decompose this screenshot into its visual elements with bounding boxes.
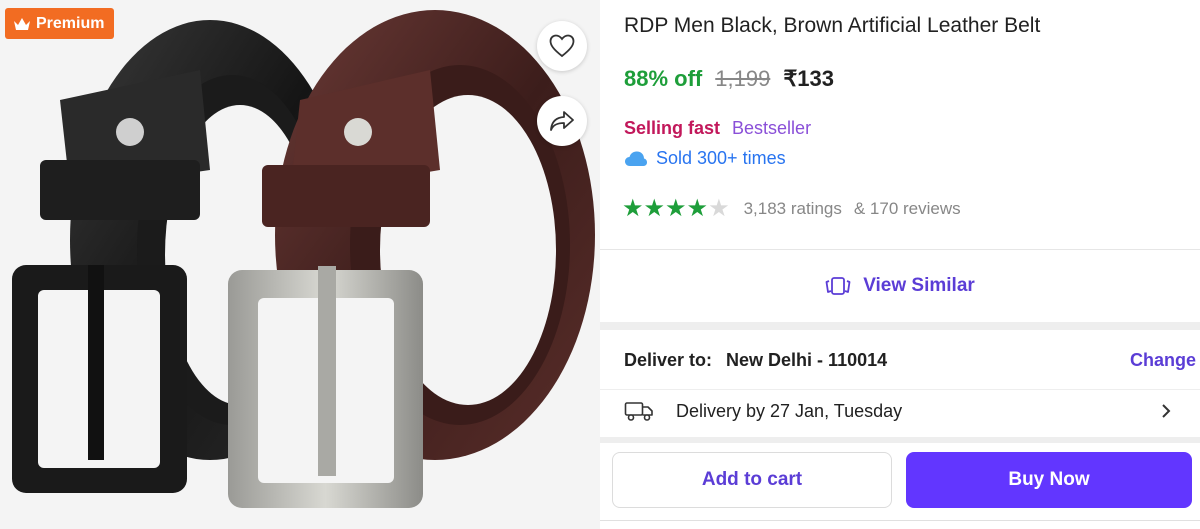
view-similar-button[interactable]: View Similar [600,250,1200,322]
section-separator [600,437,1200,443]
cloud-icon [625,151,647,166]
ratings-count: 3,183 ratings [743,199,842,218]
section-separator [600,322,1200,330]
delivery-date-text: Delivery by 27 Jan, Tuesday [676,400,903,421]
star-icon: ★ [665,195,687,222]
premium-label: Premium [36,14,105,32]
selling-price: ₹133 [783,66,835,91]
deliver-to-label: Deliver to: [624,350,713,370]
crown-icon [14,17,30,30]
product-tags: Selling fast Bestseller [624,118,811,139]
bestseller-tag: Bestseller [732,118,812,138]
star-icon: ★ [643,195,666,222]
add-to-cart-button[interactable]: Add to cart [612,452,892,508]
star-icon: ★ [622,195,644,222]
deliver-to-row: Deliver to: New Delhi - 110014 Change [624,350,1196,371]
premium-badge: Premium [5,8,115,39]
price-row: 88% off 1,199 ₹133 [624,66,834,92]
product-details: RDP Men Black, Brown Artificial Leather … [600,0,1200,529]
wishlist-button[interactable] [537,21,587,71]
share-button[interactable] [537,96,587,146]
product-title: RDP Men Black, Brown Artificial Leather … [624,14,1041,37]
original-price: 1,199 [715,66,771,91]
sold-count: Sold 300+ times [624,148,786,169]
rating-row[interactable]: ★ ★ ★ ★ ★ 3,183 ratings & 170 reviews [622,197,961,221]
rating-stars: ★ ★ ★ ★ ★ [622,197,730,221]
delivery-location: New Delhi - 110014 [726,350,888,370]
divider [600,389,1200,390]
truck-icon [624,402,653,421]
discount-percent: 88% off [624,66,703,91]
view-similar-label: View Similar [863,275,975,296]
product-image[interactable]: Premium [0,0,600,529]
share-icon [550,111,574,131]
heart-icon [549,34,575,58]
change-location-link[interactable]: Change [1130,350,1196,371]
reviews-count: & 170 reviews [853,199,961,218]
chevron-right-icon [1162,404,1171,418]
buy-now-button[interactable]: Buy Now [906,452,1192,508]
divider [600,520,1200,521]
delivery-date-row[interactable]: Delivery by 27 Jan, Tuesday [624,396,1172,426]
sold-text: Sold 300+ times [656,148,786,168]
star-empty-icon: ★ [708,195,730,222]
star-icon: ★ [686,195,709,222]
similar-icon [825,277,851,295]
selling-fast-tag: Selling fast [624,118,721,138]
belts-image [12,10,595,508]
